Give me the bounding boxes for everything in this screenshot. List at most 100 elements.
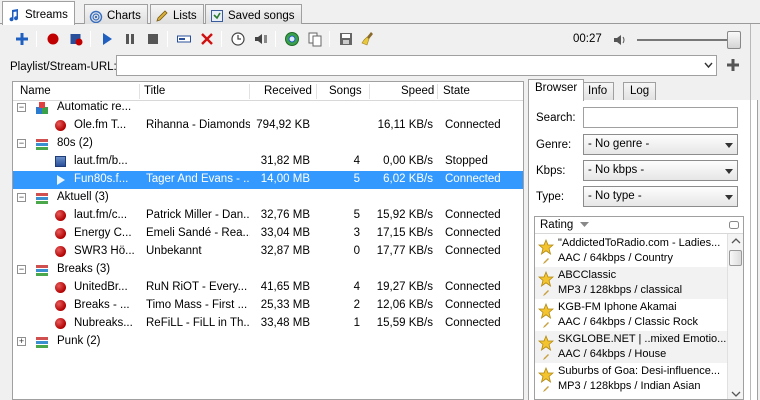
- stream-title: Tager And Evans - ...: [146, 173, 250, 185]
- column-name[interactable]: Name: [20, 85, 51, 97]
- edit-icon: [543, 386, 549, 392]
- collapse-icon[interactable]: −: [17, 139, 26, 148]
- stream-received: 31,82 MB: [260, 155, 310, 167]
- note-icon: [9, 8, 19, 21]
- kbps-value: - No kbps -: [588, 164, 645, 176]
- collapse-icon[interactable]: −: [17, 265, 26, 274]
- stream-row[interactable]: laut.fm/b... 31,82 MB 4 0,00 KB/s Stopped: [13, 153, 523, 171]
- collapse-icon[interactable]: −: [17, 193, 26, 202]
- tree-group-row[interactable]: + Punk (2): [13, 333, 523, 351]
- station-info: AAC / 64kbps / House: [558, 348, 667, 360]
- station-item[interactable]: "AddictedToRadio.com - Ladies... AAC / 64…: [535, 235, 727, 267]
- stream-title: Patrick Miller - Dan...: [146, 209, 250, 221]
- stream-state: Connected: [445, 317, 501, 329]
- category-icon: [35, 191, 49, 205]
- column-state[interactable]: State: [443, 85, 470, 97]
- kbps-label: Kbps:: [536, 165, 566, 177]
- stop-button[interactable]: [143, 29, 163, 49]
- remove-button[interactable]: [197, 29, 217, 49]
- type-select[interactable]: - No type -: [583, 186, 738, 207]
- add-url-button[interactable]: [723, 55, 743, 75]
- rating-column-header[interactable]: Rating: [535, 217, 743, 234]
- pause-button[interactable]: [120, 29, 140, 49]
- tab-saved-songs[interactable]: Saved songs: [205, 4, 302, 24]
- rating-header-label: Rating: [540, 219, 574, 231]
- edit-icon: [543, 290, 549, 296]
- stream-received: 14,00 MB: [260, 173, 310, 185]
- column-title[interactable]: Title: [144, 85, 165, 97]
- genre-select[interactable]: - No genre -: [583, 134, 738, 155]
- station-list[interactable]: Rating "AddictedToRadio.com - Ladies... A…: [534, 216, 744, 400]
- kbps-select[interactable]: - No kbps -: [583, 160, 738, 181]
- chevron-down-icon[interactable]: [704, 61, 713, 70]
- scroll-up-icon[interactable]: [729, 236, 743, 246]
- tab-browser[interactable]: Browser: [528, 79, 585, 101]
- tab-charts[interactable]: Charts: [84, 4, 148, 24]
- right-tab-bar: Browser Info Log: [528, 79, 758, 101]
- group-name: 80s (2): [57, 137, 93, 149]
- pause-icon: [126, 34, 134, 44]
- stream-speed: 12,06 KB/s: [376, 299, 433, 311]
- stream-row[interactable]: UnitedBr... RuN RiOT - Every... 41,65 MB 4 1…: [13, 279, 523, 297]
- open-website-button[interactable]: [282, 29, 302, 49]
- recording-icon: [54, 281, 68, 295]
- cleanup-button[interactable]: [359, 29, 379, 49]
- listen-button[interactable]: [251, 29, 271, 49]
- tree-group-row[interactable]: − 80s (2): [13, 135, 523, 153]
- stream-url-input[interactable]: [117, 56, 697, 75]
- volume-icon[interactable]: [612, 32, 628, 48]
- tree-group-row[interactable]: − Aktuell (3): [13, 189, 523, 207]
- tab-lists[interactable]: Lists: [150, 4, 204, 24]
- station-list-scrollbar[interactable]: [727, 234, 743, 399]
- station-item[interactable]: SKGLOBE.NET | ..mixed Emotio... AAC / 64k…: [535, 331, 727, 363]
- stream-speed: 15,59 KB/s: [376, 317, 433, 329]
- stream-title: RuN RiOT - Every...: [146, 281, 248, 293]
- stream-tree[interactable]: Name Title Received Songs Speed State − A…: [12, 81, 524, 400]
- stream-row[interactable]: Energy C... Emeli Sandé - Rea... 33,04 MB 3…: [13, 225, 523, 243]
- column-speed[interactable]: Speed: [401, 85, 434, 97]
- timer-button[interactable]: [228, 29, 248, 49]
- play-button[interactable]: [97, 29, 117, 49]
- stream-name: Nubreaks...: [74, 317, 133, 329]
- volume-slider-thumb[interactable]: [727, 31, 741, 49]
- stream-url-combobox[interactable]: [116, 55, 717, 76]
- stream-row[interactable]: Fun80s.f... Tager And Evans - ... 14,00 MB…: [13, 171, 523, 189]
- stream-name: Fun80s.f...: [74, 173, 129, 185]
- station-item[interactable]: Suburbs of Goa: Desi-influence... MP3 / 1…: [535, 363, 727, 395]
- toolbar: 00:27: [0, 27, 760, 51]
- column-songs[interactable]: Songs: [329, 85, 362, 97]
- stream-songs: 4: [353, 155, 360, 167]
- stop-record-button[interactable]: [66, 29, 86, 49]
- tree-group-row[interactable]: − Breaks (3): [13, 261, 523, 279]
- stream-row[interactable]: Nubreaks... ReFiLL - FiLL in Th... 33,48 M…: [13, 315, 523, 333]
- station-item[interactable]: ABCClassic MP3 / 128kbps / classical: [535, 267, 727, 299]
- category-icon: [35, 335, 49, 349]
- stop-icon: [148, 34, 158, 44]
- tab-streams[interactable]: Streams: [2, 1, 75, 25]
- tab-info[interactable]: Info: [581, 82, 615, 101]
- stream-row[interactable]: Breaks - ... Timo Mass - First ... 25,33 M…: [13, 297, 523, 315]
- save-button[interactable]: [336, 29, 356, 49]
- expand-icon[interactable]: +: [17, 337, 26, 346]
- scroll-down-icon[interactable]: [729, 389, 743, 399]
- column-options-icon[interactable]: [729, 221, 739, 230]
- stream-row[interactable]: laut.fm/c... Patrick Miller - Dan... 32,76…: [13, 207, 523, 225]
- station-name: Suburbs of Goa: Desi-influence...: [558, 365, 721, 377]
- tab-log[interactable]: Log: [623, 82, 657, 101]
- star-icon: [538, 367, 554, 383]
- scrollbar-thumb[interactable]: [729, 250, 742, 266]
- stream-row[interactable]: Ole.fm T... Rihanna - Diamonds 794,92 KB 16…: [13, 117, 523, 135]
- genre-label: Genre:: [536, 139, 572, 151]
- record-button[interactable]: [43, 29, 63, 49]
- stream-row[interactable]: SWR3 Hö... Unbekannt 32,87 MB 0 17,77 KB/s Co…: [13, 243, 523, 261]
- category-icon: [35, 263, 49, 277]
- add-stream-button[interactable]: [12, 29, 32, 49]
- copy-url-button[interactable]: [305, 29, 325, 49]
- tree-group-row[interactable]: − Automatic re...: [13, 99, 523, 117]
- volume-slider-track[interactable]: [637, 39, 733, 41]
- search-input[interactable]: [583, 107, 738, 128]
- rename-button[interactable]: [174, 29, 194, 49]
- column-received[interactable]: Received: [264, 85, 312, 97]
- station-item[interactable]: KGB-FM Iphone Akamai AAC / 64kbps / Class…: [535, 299, 727, 331]
- collapse-icon[interactable]: −: [17, 103, 26, 112]
